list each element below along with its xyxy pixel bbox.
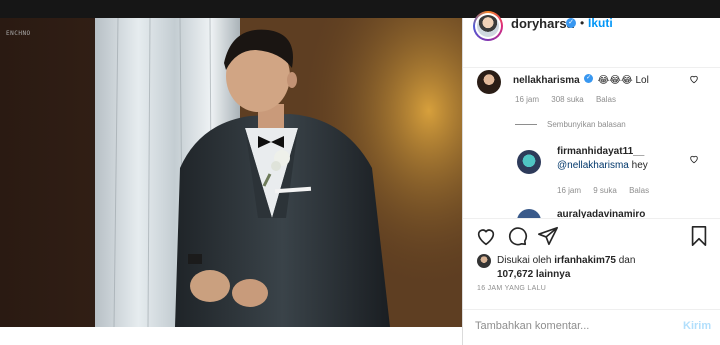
reply-mention[interactable]: @nellakharisma [557,160,629,171]
comment-likes[interactable]: 308 suka [551,95,583,104]
post-sidebar: doryharsa ✓ • Ikuti nellakharisma ✓ 😂😂😂 … [462,11,720,345]
header-separator: • [580,16,585,30]
avatar-border [475,13,501,39]
post-header: doryharsa ✓ • Ikuti [463,11,720,68]
replies-divider-line [515,124,537,125]
reply-likes[interactable]: 9 suka [593,186,617,195]
owner-username[interactable]: doryharsa [511,16,574,31]
reply-button[interactable]: Balas [629,186,649,195]
post-timestamp[interactable]: 16 JAM YANG LALU [477,285,546,292]
heart-icon[interactable] [689,154,699,167]
reply-body: firmanhidayat11__ @nellakharisma hey [557,146,692,171]
comment-icon[interactable] [506,225,528,252]
reply-username[interactable]: auralyadavinamiro [557,209,645,218]
reply-time[interactable]: 16 jam [557,186,581,195]
photographer-watermark: ENCHNO [6,30,31,37]
liker-username[interactable]: irfanhakim75 [554,255,616,266]
owner-avatar[interactable] [473,11,503,41]
send-comment-button[interactable]: Kirim [683,320,711,332]
likes-prefix: Disukai oleh [497,255,552,266]
reply-meta: 16 jam 9 suka Balas [557,186,659,195]
heart-icon[interactable] [475,225,497,252]
post-photo[interactable]: ENCHNO [0,18,462,327]
groom-photo-illustration [0,18,462,327]
commenter-avatar[interactable] [477,70,501,94]
follow-button[interactable]: Ikuti [588,16,613,30]
verified-icon: ✓ [584,74,594,84]
reply-username[interactable]: firmanhidayat11__ [557,146,692,157]
reply-text: hey [631,160,648,171]
hide-replies-button[interactable]: Sembunyikan balasan [547,120,626,129]
comment-time[interactable]: 16 jam [515,95,539,104]
add-comment-bar: Kirim [463,309,720,345]
heart-icon[interactable] [689,74,699,87]
post-card: ENCHNO doryharsa ✓ • Ikuti nellakharisma… [0,11,720,345]
likes-count[interactable]: 107,672 lainnya [497,269,570,280]
likes-summary: Disukai oleh irfanhakim75 dan 107,672 la… [463,252,720,288]
likes-connector: dan [618,255,636,266]
share-icon[interactable] [537,225,559,252]
reply-button[interactable]: Balas [596,95,616,104]
comment-text: 😂😂😂 Lol [597,75,649,86]
verified-icon: ✓ [566,18,576,28]
comment-input[interactable] [475,320,665,332]
likes-text: Disukai oleh irfanhakim75 dan 107,672 la… [497,254,717,282]
comments-list: nellakharisma ✓ 😂😂😂 Lol 16 jam 308 suka … [463,68,720,218]
avatar-image [477,15,499,37]
comment-meta: 16 jam 308 suka Balas [515,95,626,104]
reply-avatar[interactable] [517,209,541,218]
reply-avatar[interactable] [517,150,541,174]
bookmark-icon[interactable] [689,225,709,252]
comment-username[interactable]: nellakharisma [513,75,580,86]
comment-body: nellakharisma ✓ 😂😂😂 Lol [513,70,688,88]
liker-avatar[interactable] [477,254,491,268]
